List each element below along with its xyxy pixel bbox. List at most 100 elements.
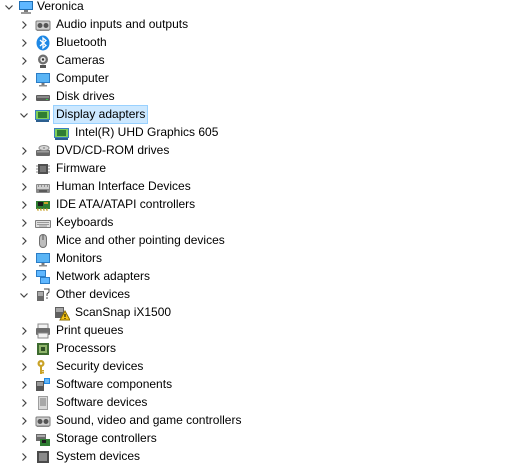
tree-leaf-label: ScanSnap iX1500	[75, 305, 172, 319]
tree-node-label: Print queues	[56, 323, 124, 337]
tree-node-label: Firmware	[56, 161, 106, 175]
chevron-right-icon[interactable]	[17, 232, 31, 250]
tree-node-label: Security devices	[56, 359, 144, 373]
chevron-right-icon[interactable]	[17, 214, 31, 232]
disk-drive-icon	[36, 95, 50, 101]
display-adapter-icon	[35, 110, 50, 122]
tree-node-label: Network adapters	[56, 269, 151, 283]
tree-node-label: Storage controllers	[56, 431, 157, 445]
tree-node-display-adapters[interactable]: Display adapters	[0, 105, 521, 124]
processor-icon	[37, 343, 49, 355]
bluetooth-icon	[36, 35, 50, 51]
keyboard-icon	[35, 220, 51, 228]
tree-node-label: Audio inputs and outputs	[56, 17, 189, 31]
tree-node-network-adapters[interactable]: Network adapters	[0, 268, 521, 286]
tree-node-label: IDE ATA/ATAPI controllers	[56, 197, 196, 211]
tree-node-monitors[interactable]: Monitors	[0, 250, 521, 268]
tree-node-label: Software devices	[56, 395, 148, 409]
tree-node-label: Keyboards	[56, 215, 114, 229]
chevron-down-icon[interactable]	[17, 286, 31, 304]
key-icon	[37, 360, 45, 374]
tree-node-other-devices[interactable]: Other devices	[0, 286, 521, 304]
chevron-down-icon[interactable]	[2, 0, 16, 16]
chevron-right-icon[interactable]	[17, 430, 31, 448]
tree-node-label: Disk drives	[56, 89, 115, 103]
speaker-icon	[35, 20, 51, 31]
tree-node-security-devices[interactable]: Security devices	[0, 358, 521, 376]
tree-node-processors[interactable]: Processors	[0, 340, 521, 358]
tree-node-label: Bluetooth	[56, 35, 107, 49]
mouse-icon	[39, 234, 47, 248]
software-component-icon	[36, 378, 50, 391]
tree-leaf-label: Intel(R) UHD Graphics 605	[75, 125, 219, 139]
tree-node-software-devices[interactable]: Software devices	[0, 394, 521, 412]
chevron-right-icon[interactable]	[17, 322, 31, 340]
chevron-right-icon[interactable]	[17, 88, 31, 106]
tree-node-label: Processors	[56, 341, 117, 355]
chevron-right-icon[interactable]	[17, 394, 31, 412]
chevron-right-icon[interactable]	[17, 70, 31, 88]
chevron-right-icon[interactable]	[17, 142, 31, 160]
controller-card-icon	[36, 201, 50, 211]
tree-node-disk-drives[interactable]: Disk drives	[0, 88, 521, 106]
camera-icon	[38, 54, 48, 68]
tree-node-label: Monitors	[56, 251, 103, 265]
chevron-right-icon[interactable]	[17, 16, 31, 34]
dvd-drive-icon	[36, 145, 50, 156]
tree-node-print-queues[interactable]: Print queues	[0, 322, 521, 340]
chevron-right-icon[interactable]	[17, 250, 31, 268]
tree-leaf-scansnap-ix1500[interactable]: ScanSnap iX1500	[0, 304, 521, 322]
chevron-right-icon[interactable]	[17, 268, 31, 286]
tree-node-audio-inputs-and-outputs[interactable]: Audio inputs and outputs	[0, 16, 521, 34]
tree-node-ide-ata-atapi-controllers[interactable]: IDE ATA/ATAPI controllers	[0, 196, 521, 214]
tree-node-cameras[interactable]: Cameras	[0, 52, 521, 70]
tree-leaf-intel-r-uhd-graphics-605[interactable]: Intel(R) UHD Graphics 605	[0, 124, 521, 142]
tree-node-root[interactable]: Veronica	[0, 0, 521, 16]
tree-node-dvd-cd-rom-drives[interactable]: DVD/CD-ROM drives	[0, 142, 521, 160]
tree-node-keyboards[interactable]: Keyboards	[0, 214, 521, 232]
chevron-right-icon[interactable]	[17, 376, 31, 394]
chip-icon	[36, 164, 50, 174]
hid-icon	[36, 184, 50, 193]
tree-node-label: DVD/CD-ROM drives	[56, 143, 170, 157]
tree-node-storage-controllers[interactable]: Storage controllers	[0, 430, 521, 448]
printer-icon	[36, 323, 50, 339]
tree-node-label: Mice and other pointing devices	[56, 233, 225, 247]
tree-node-sound-video-and-game-controllers[interactable]: Sound, video and game controllers	[0, 412, 521, 430]
chevron-down-icon[interactable]	[17, 106, 31, 124]
display-adapter-icon	[54, 128, 69, 140]
chevron-right-icon[interactable]	[17, 52, 31, 70]
tree-node-firmware[interactable]: Firmware	[0, 160, 521, 178]
tree-node-computer[interactable]: Computer	[0, 70, 521, 88]
chevron-right-icon[interactable]	[17, 160, 31, 178]
speaker-icon	[35, 416, 51, 427]
monitor-icon	[36, 73, 50, 87]
chevron-right-icon[interactable]	[17, 178, 31, 196]
tree-node-label: Other devices	[56, 287, 131, 301]
tree-node-label: Computer	[56, 71, 109, 85]
chevron-right-icon[interactable]	[17, 196, 31, 214]
computer-icon	[19, 1, 33, 14]
chevron-right-icon[interactable]	[17, 448, 31, 466]
tree-node-label: Software components	[56, 377, 173, 391]
tree-node-human-interface-devices[interactable]: Human Interface Devices	[0, 178, 521, 196]
chevron-right-icon[interactable]	[17, 340, 31, 358]
monitor-icon	[36, 253, 50, 267]
chevron-right-icon[interactable]	[17, 358, 31, 376]
system-device-icon	[37, 451, 49, 463]
tree-node-label: Sound, video and game controllers	[56, 413, 242, 427]
network-icon	[36, 270, 50, 284]
unknown-device-icon	[37, 288, 50, 301]
tree-node-mice-and-other-pointing-devices[interactable]: Mice and other pointing devices	[0, 232, 521, 250]
warning-device-icon	[55, 307, 70, 321]
tree-node-bluetooth[interactable]: Bluetooth	[0, 34, 521, 52]
tree-node-label: Display adapters	[52, 105, 149, 124]
device-tree: Veronica Audio inputs and outputs Bluetoot…	[0, 0, 521, 466]
tree-node-system-devices[interactable]: System devices	[0, 448, 521, 466]
tree-node-label: Veronica	[37, 0, 84, 13]
chevron-right-icon[interactable]	[17, 412, 31, 430]
tree-node-label: Human Interface Devices	[56, 179, 191, 193]
tree-node-label: Cameras	[56, 53, 105, 67]
chevron-right-icon[interactable]	[17, 34, 31, 52]
tree-node-software-components[interactable]: Software components	[0, 376, 521, 394]
